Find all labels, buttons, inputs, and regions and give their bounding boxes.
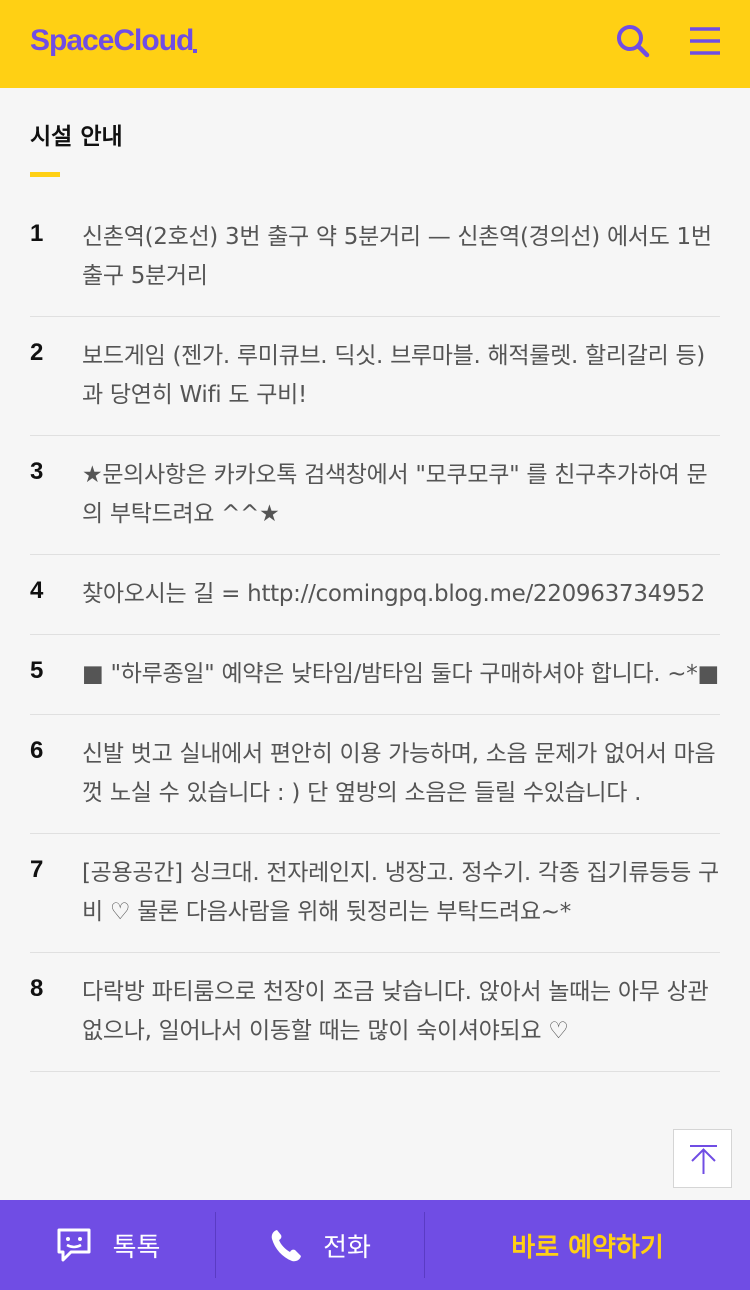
item-text: ★문의사항은 카카오톡 검색창에서 "모쿠모쿠" 를 친구추가하여 문의 부탁드… [82, 462, 708, 527]
call-label: 전화 [323, 1232, 371, 1263]
item-number: 8 [30, 975, 44, 1002]
facility-list: 1 신촌역(2호선) 3번 출구 약 5분거리 — 신촌역(경의선) 에서도 1… [30, 198, 720, 1072]
facility-info-section: 시설 안내 1 신촌역(2호선) 3번 출구 약 5분거리 — 신촌역(경의선)… [0, 88, 750, 1200]
search-icon [617, 25, 650, 58]
list-item: 2 보드게임 (젠가. 루미큐브. 딕싯. 브루마블. 해적룰렛. 할리갈리 등… [30, 317, 720, 436]
talk-button[interactable]: 톡톡 [0, 1200, 215, 1290]
logo-dot [193, 49, 197, 53]
item-number: 7 [30, 856, 44, 883]
section-title: 시설 안내 [30, 124, 123, 150]
item-number: 3 [30, 458, 44, 485]
item-number: 1 [30, 220, 44, 247]
list-item: 3 ★문의사항은 카카오톡 검색창에서 "모쿠모쿠" 를 친구추가하여 문의 부… [30, 436, 720, 555]
book-label: 바로 예약하기 [511, 1232, 664, 1263]
title-underline [30, 172, 60, 177]
item-text: [공용공간] 싱크대. 전자레인지. 냉장고. 정수기. 각종 집기류등등 구비… [82, 860, 719, 925]
item-text: 신발 벗고 실내에서 편안히 이용 가능하며, 소음 문제가 없어서 마음껏 노… [82, 741, 716, 806]
spacecloud-logo[interactable]: SpaceCloud [30, 24, 194, 58]
list-item: 4 찾아오시는 길 = http://comingpq.blog.me/2209… [30, 555, 720, 635]
bottom-action-bar: 톡톡 전화 바로 예약하기 [0, 1200, 750, 1290]
item-text: 보드게임 (젠가. 루미큐브. 딕싯. 브루마블. 해적룰렛. 할리갈리 등) … [82, 343, 705, 408]
item-number: 2 [30, 339, 44, 366]
chat-bubble-icon [55, 1227, 93, 1263]
item-text: 신촌역(2호선) 3번 출구 약 5분거리 — 신촌역(경의선) 에서도 1번 … [82, 224, 712, 289]
item-text: 찾아오시는 길 = http://comingpq.blog.me/220963… [82, 581, 705, 607]
call-button[interactable]: 전화 [216, 1200, 424, 1290]
item-number: 4 [30, 577, 44, 604]
menu-icon [690, 27, 720, 55]
book-now-button[interactable]: 바로 예약하기 [425, 1200, 750, 1290]
list-item: 5 ■ "하루종일" 예약은 낮타임/밤타임 둘다 구매하셔야 합니다. ~*■ [30, 635, 720, 715]
item-text: ■ "하루종일" 예약은 낮타임/밤타임 둘다 구매하셔야 합니다. ~*■ [82, 661, 719, 687]
list-item: 8 다락방 파티룸으로 천장이 조금 낮습니다. 앉아서 놀때는 아무 상관 없… [30, 953, 720, 1072]
list-item: 7 [공용공간] 싱크대. 전자레인지. 냉장고. 정수기. 각종 집기류등등 … [30, 834, 720, 953]
menu-button[interactable] [684, 20, 728, 64]
list-item: 1 신촌역(2호선) 3번 출구 약 5분거리 — 신촌역(경의선) 에서도 1… [30, 198, 720, 317]
item-number: 5 [30, 657, 44, 684]
arrow-up-icon [690, 1145, 717, 1174]
top-header: SpaceCloud [0, 0, 750, 88]
talk-label: 톡톡 [112, 1232, 161, 1263]
item-text: 다락방 파티룸으로 천장이 조금 낮습니다. 앉아서 놀때는 아무 상관 없으나… [82, 979, 709, 1044]
search-button[interactable] [612, 20, 656, 64]
list-item: 6 신발 벗고 실내에서 편안히 이용 가능하며, 소음 문제가 없어서 마음껏… [30, 715, 720, 834]
scroll-to-top-button[interactable] [673, 1129, 732, 1188]
item-number: 6 [30, 737, 44, 764]
phone-icon [269, 1227, 303, 1263]
